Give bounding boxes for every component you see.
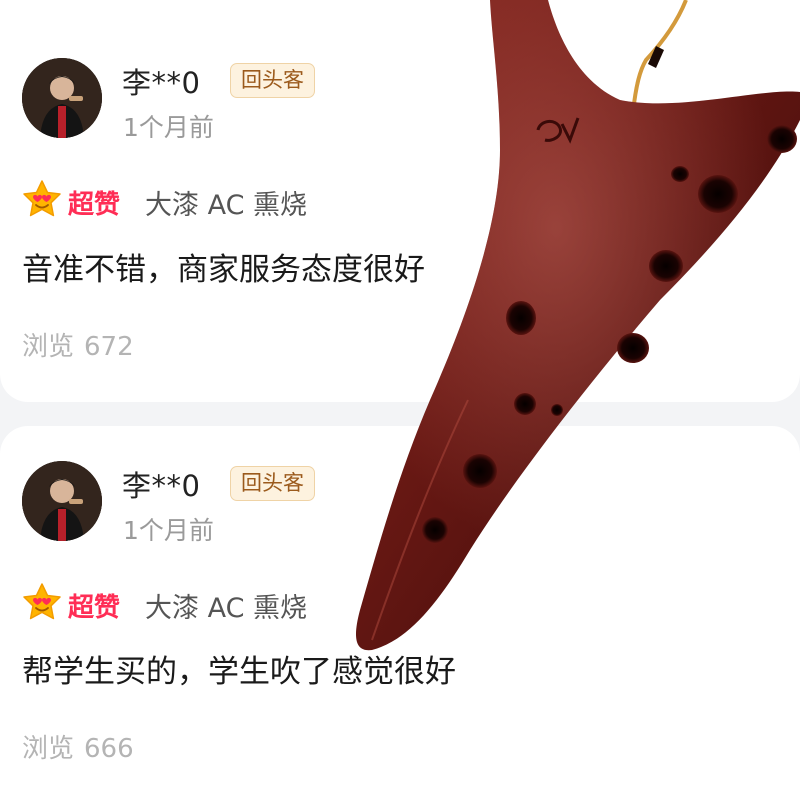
review-card: 李**0 回头客 1个月前 超赞 大漆 AC 熏烧 音准不错，商家服务态度很好 … <box>0 0 800 402</box>
review-text: 音准不错，商家服务态度很好 <box>22 252 425 288</box>
rating-label: 超赞 <box>68 190 121 220</box>
product-variant: 大漆 AC 熏烧 <box>145 593 308 624</box>
product-variant: 大漆 AC 熏烧 <box>145 190 308 221</box>
views-number: 672 <box>84 332 134 362</box>
username[interactable]: 李**0 <box>122 60 200 102</box>
review-card: 李**0 回头客 1个月前 超赞 大漆 AC 熏烧 帮学生买的，学生吹了感觉很好… <box>0 426 800 800</box>
view-count: 浏览 666 <box>22 728 144 765</box>
review-time: 1个月前 <box>123 113 214 142</box>
views-label: 浏览 <box>22 332 75 362</box>
star-heart-eyes-icon <box>22 583 62 621</box>
avatar-photo <box>22 58 102 138</box>
username[interactable]: 李**0 <box>122 463 200 505</box>
review-list-page: 李**0 回头客 1个月前 超赞 大漆 AC 熏烧 音准不错，商家服务态度很好 … <box>0 0 800 800</box>
views-number: 666 <box>84 734 134 764</box>
rating-label: 超赞 <box>68 593 121 623</box>
avatar[interactable] <box>22 461 102 541</box>
repeat-customer-badge: 回头客 <box>230 466 315 501</box>
review-text: 帮学生买的，学生吹了感觉很好 <box>22 654 456 690</box>
avatar-photo <box>22 461 102 541</box>
avatar[interactable] <box>22 58 102 138</box>
views-label: 浏览 <box>22 734 75 764</box>
review-time: 1个月前 <box>123 516 214 545</box>
star-heart-eyes-icon <box>22 180 62 218</box>
view-count: 浏览 672 <box>22 326 144 363</box>
repeat-customer-badge: 回头客 <box>230 63 315 98</box>
